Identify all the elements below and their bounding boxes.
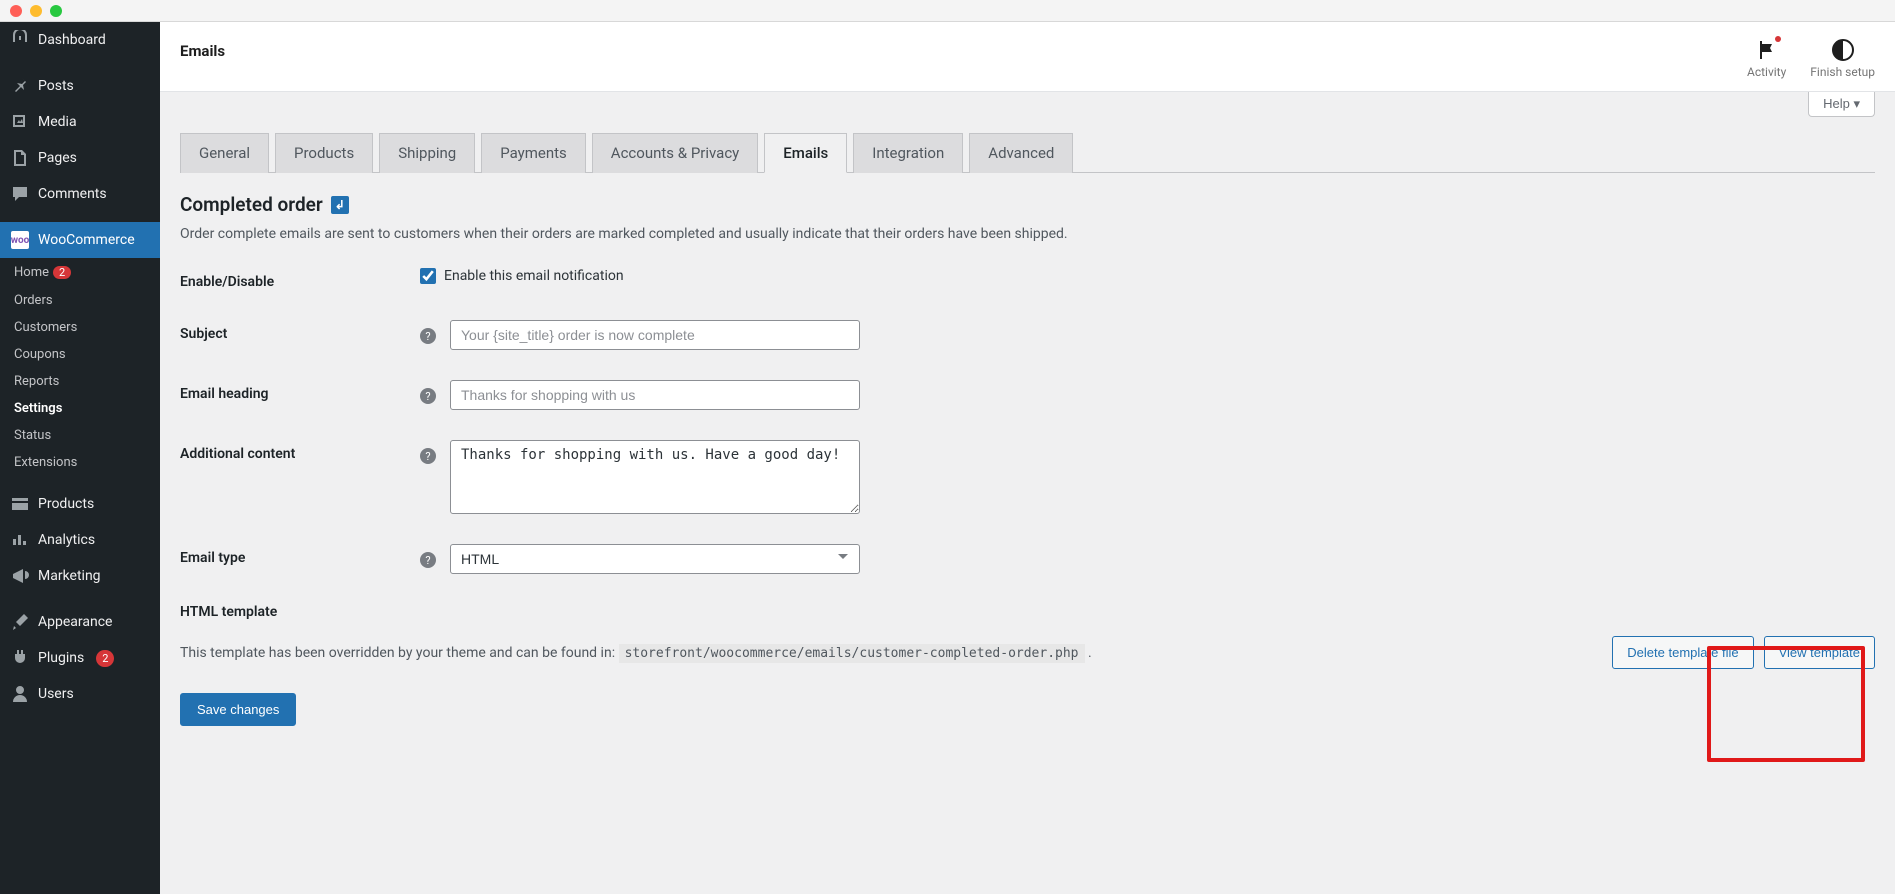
- help-icon[interactable]: ?: [420, 448, 436, 464]
- email-heading-input[interactable]: [450, 380, 860, 410]
- sidebar-item-dashboard[interactable]: Dashboard: [0, 22, 160, 58]
- enable-checkbox[interactable]: [420, 268, 436, 284]
- heading-label: Email heading: [180, 380, 420, 402]
- section-heading: Completed order ↲: [180, 193, 1875, 216]
- sidebar-label: WooCommerce: [38, 232, 135, 248]
- analytics-icon: [10, 530, 30, 550]
- additional-label: Additional content: [180, 440, 420, 462]
- enable-checkbox-label[interactable]: Enable this email notification: [420, 268, 624, 284]
- pin-icon: [10, 76, 30, 96]
- badge-count: 2: [53, 266, 71, 279]
- woocommerce-icon: woo: [10, 230, 30, 250]
- enable-label: Enable/Disable: [180, 268, 420, 290]
- sidebar-sub-settings[interactable]: Settings: [0, 395, 160, 422]
- sidebar-label: Users: [38, 686, 74, 702]
- page-icon: [10, 148, 30, 168]
- tab-advanced[interactable]: Advanced: [969, 133, 1073, 173]
- comments-icon: [10, 184, 30, 204]
- sidebar-item-appearance[interactable]: Appearance: [0, 604, 160, 640]
- users-icon: [10, 684, 30, 704]
- template-path: storefront/woocommerce/emails/customer-c…: [619, 644, 1085, 663]
- tab-integration[interactable]: Integration: [853, 133, 963, 173]
- sidebar-item-products[interactable]: Products: [0, 486, 160, 522]
- delete-template-button[interactable]: Delete template file: [1612, 636, 1753, 669]
- sidebar-item-media[interactable]: Media: [0, 104, 160, 140]
- sidebar-item-plugins[interactable]: Plugins 2: [0, 640, 160, 676]
- sidebar-item-pages[interactable]: Pages: [0, 140, 160, 176]
- sidebar-label: Media: [38, 114, 77, 130]
- sidebar-sub-extensions[interactable]: Extensions: [0, 449, 160, 476]
- sidebar-sub-status[interactable]: Status: [0, 422, 160, 449]
- subject-label: Subject: [180, 320, 420, 342]
- products-icon: [10, 494, 30, 514]
- restore-icon[interactable]: ↲: [331, 196, 349, 214]
- html-template-heading: HTML template: [180, 604, 1875, 620]
- sidebar-item-marketing[interactable]: Marketing: [0, 558, 160, 594]
- sidebar-label: Marketing: [38, 568, 101, 584]
- finish-setup-button[interactable]: Finish setup: [1810, 38, 1875, 79]
- email-type-select[interactable]: HTML: [450, 544, 860, 574]
- tab-emails[interactable]: Emails: [764, 133, 847, 173]
- sidebar-label: Comments: [38, 186, 107, 202]
- sidebar-label: Plugins: [38, 650, 84, 666]
- tab-products[interactable]: Products: [275, 133, 373, 173]
- save-changes-button[interactable]: Save changes: [180, 693, 296, 726]
- help-icon[interactable]: ?: [420, 388, 436, 404]
- template-override-row: This template has been overridden by you…: [180, 636, 1875, 669]
- tab-payments[interactable]: Payments: [481, 133, 586, 173]
- sidebar-item-posts[interactable]: Posts: [0, 68, 160, 104]
- subject-input[interactable]: [450, 320, 860, 350]
- megaphone-icon: [10, 566, 30, 586]
- sidebar-item-users[interactable]: Users: [0, 676, 160, 712]
- page-title: Emails: [180, 38, 1723, 60]
- badge-count: 2: [96, 650, 114, 667]
- sidebar-sub-customers[interactable]: Customers: [0, 314, 160, 341]
- help-icon[interactable]: ?: [420, 328, 436, 344]
- sidebar-label: Posts: [38, 78, 74, 94]
- additional-content-textarea[interactable]: [450, 440, 860, 514]
- help-toggle-button[interactable]: Help ▾: [1808, 92, 1875, 117]
- sidebar-item-woocommerce[interactable]: woo WooCommerce: [0, 222, 160, 258]
- sidebar-sub-coupons[interactable]: Coupons: [0, 341, 160, 368]
- media-icon: [10, 112, 30, 132]
- sidebar-label: Appearance: [38, 614, 112, 630]
- half-circle-icon: [1831, 38, 1855, 65]
- dashboard-icon: [10, 30, 30, 50]
- brush-icon: [10, 612, 30, 632]
- section-description: Order complete emails are sent to custom…: [180, 226, 1875, 242]
- sidebar-sub-home[interactable]: Home2: [0, 258, 160, 287]
- sidebar-label: Dashboard: [38, 32, 106, 48]
- tab-accounts-privacy[interactable]: Accounts & Privacy: [592, 133, 758, 173]
- window-minimize-icon[interactable]: [30, 5, 42, 17]
- view-template-button[interactable]: View template: [1764, 636, 1875, 669]
- sidebar-item-analytics[interactable]: Analytics: [0, 522, 160, 558]
- admin-sidebar: Dashboard Posts Media Pages Comments woo…: [0, 22, 160, 894]
- sidebar-sub-orders[interactable]: Orders: [0, 287, 160, 314]
- flag-icon: [1755, 38, 1779, 65]
- sidebar-label: Pages: [38, 150, 77, 166]
- window-close-icon[interactable]: [10, 5, 22, 17]
- tab-shipping[interactable]: Shipping: [379, 133, 475, 173]
- settings-tabs: General Products Shipping Payments Accou…: [180, 133, 1875, 173]
- sidebar-sub-reports[interactable]: Reports: [0, 368, 160, 395]
- activity-button[interactable]: Activity: [1747, 38, 1786, 79]
- email-type-label: Email type: [180, 544, 420, 566]
- page-header: Emails Activity Finish setup: [160, 22, 1895, 92]
- help-icon[interactable]: ?: [420, 552, 436, 568]
- window-titlebar: [0, 0, 1895, 22]
- tab-general[interactable]: General: [180, 133, 269, 173]
- window-maximize-icon[interactable]: [50, 5, 62, 17]
- plug-icon: [10, 648, 30, 668]
- sidebar-label: Products: [38, 496, 94, 512]
- sidebar-label: Analytics: [38, 532, 95, 548]
- sidebar-item-comments[interactable]: Comments: [0, 176, 160, 212]
